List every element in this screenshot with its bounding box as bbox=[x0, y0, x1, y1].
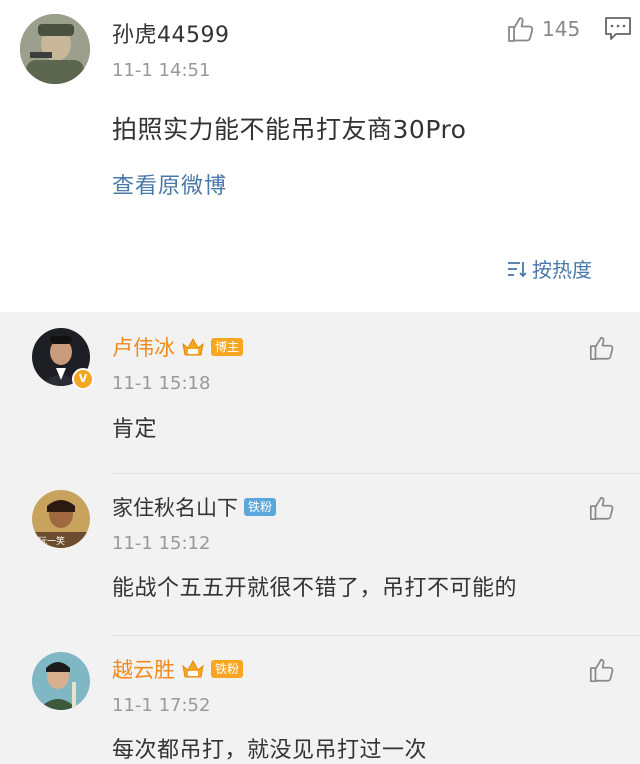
crown-icon bbox=[181, 658, 205, 680]
reply-item: 玩一笑 家住秋名山下 铁粉 11-1 15:12 能战个五五开就很不错了，吊打不… bbox=[0, 474, 640, 636]
sort-by-hot-button[interactable]: 按热度 bbox=[506, 254, 592, 283]
verified-badge-icon: V bbox=[72, 368, 94, 390]
comment-text: 拍照实力能不能吊打友商30Pro bbox=[112, 115, 467, 144]
username[interactable]: 孙虎44599 bbox=[112, 17, 230, 49]
sort-lines-icon bbox=[508, 261, 527, 277]
sort-label: 按热度 bbox=[532, 258, 592, 282]
reply-timestamp: 11-1 15:18 bbox=[112, 373, 211, 394]
thumbs-up-icon[interactable] bbox=[588, 494, 616, 522]
reply-avatar[interactable] bbox=[32, 652, 90, 710]
thumbs-up-icon[interactable] bbox=[588, 656, 616, 684]
reply-text: 每次都吊打，就没见吊打过一次 bbox=[112, 738, 428, 763]
thumbs-up-icon[interactable] bbox=[588, 334, 616, 362]
reply-username[interactable]: 卢伟冰 bbox=[112, 332, 175, 362]
user-avatar[interactable] bbox=[20, 14, 90, 84]
view-original-link[interactable]: 查看原微博 bbox=[112, 168, 227, 200]
timestamp: 11-1 14:51 bbox=[112, 60, 211, 81]
reply-item: 越云胜 铁粉 11-1 17:52 每次都吊打，就没见吊打过一次 bbox=[0, 636, 640, 764]
reply-text: 能战个五五开就很不错了，吊打不可能的 bbox=[112, 576, 518, 601]
replies-section: V 卢伟冰 博主 11-1 15:18 肯定 玩一笑 家住秋名山下 铁粉 11-… bbox=[0, 312, 640, 764]
fan-badge: 铁粉 bbox=[244, 498, 277, 516]
reply-username[interactable]: 家住秋名山下 bbox=[112, 492, 238, 522]
reply-avatar[interactable]: 玩一笑 bbox=[32, 490, 90, 548]
thumbs-up-icon[interactable] bbox=[506, 14, 536, 44]
reply-text: 肯定 bbox=[112, 417, 158, 442]
comment-bubble-icon[interactable] bbox=[604, 16, 632, 42]
reply-timestamp: 11-1 17:52 bbox=[112, 695, 211, 716]
owner-badge: 博主 bbox=[211, 338, 244, 356]
reply-item: V 卢伟冰 博主 11-1 15:18 肯定 bbox=[0, 312, 640, 474]
svg-text:玩一笑: 玩一笑 bbox=[38, 535, 65, 547]
reply-username[interactable]: 越云胜 bbox=[112, 654, 175, 684]
crown-icon bbox=[181, 336, 205, 358]
like-count: 145 bbox=[542, 17, 581, 41]
fan-badge: 铁粉 bbox=[211, 660, 244, 678]
reply-timestamp: 11-1 15:12 bbox=[112, 533, 211, 554]
main-comment: 孙虎44599 11-1 14:51 145 拍照实力能不能吊打友商30Pro … bbox=[0, 0, 640, 312]
